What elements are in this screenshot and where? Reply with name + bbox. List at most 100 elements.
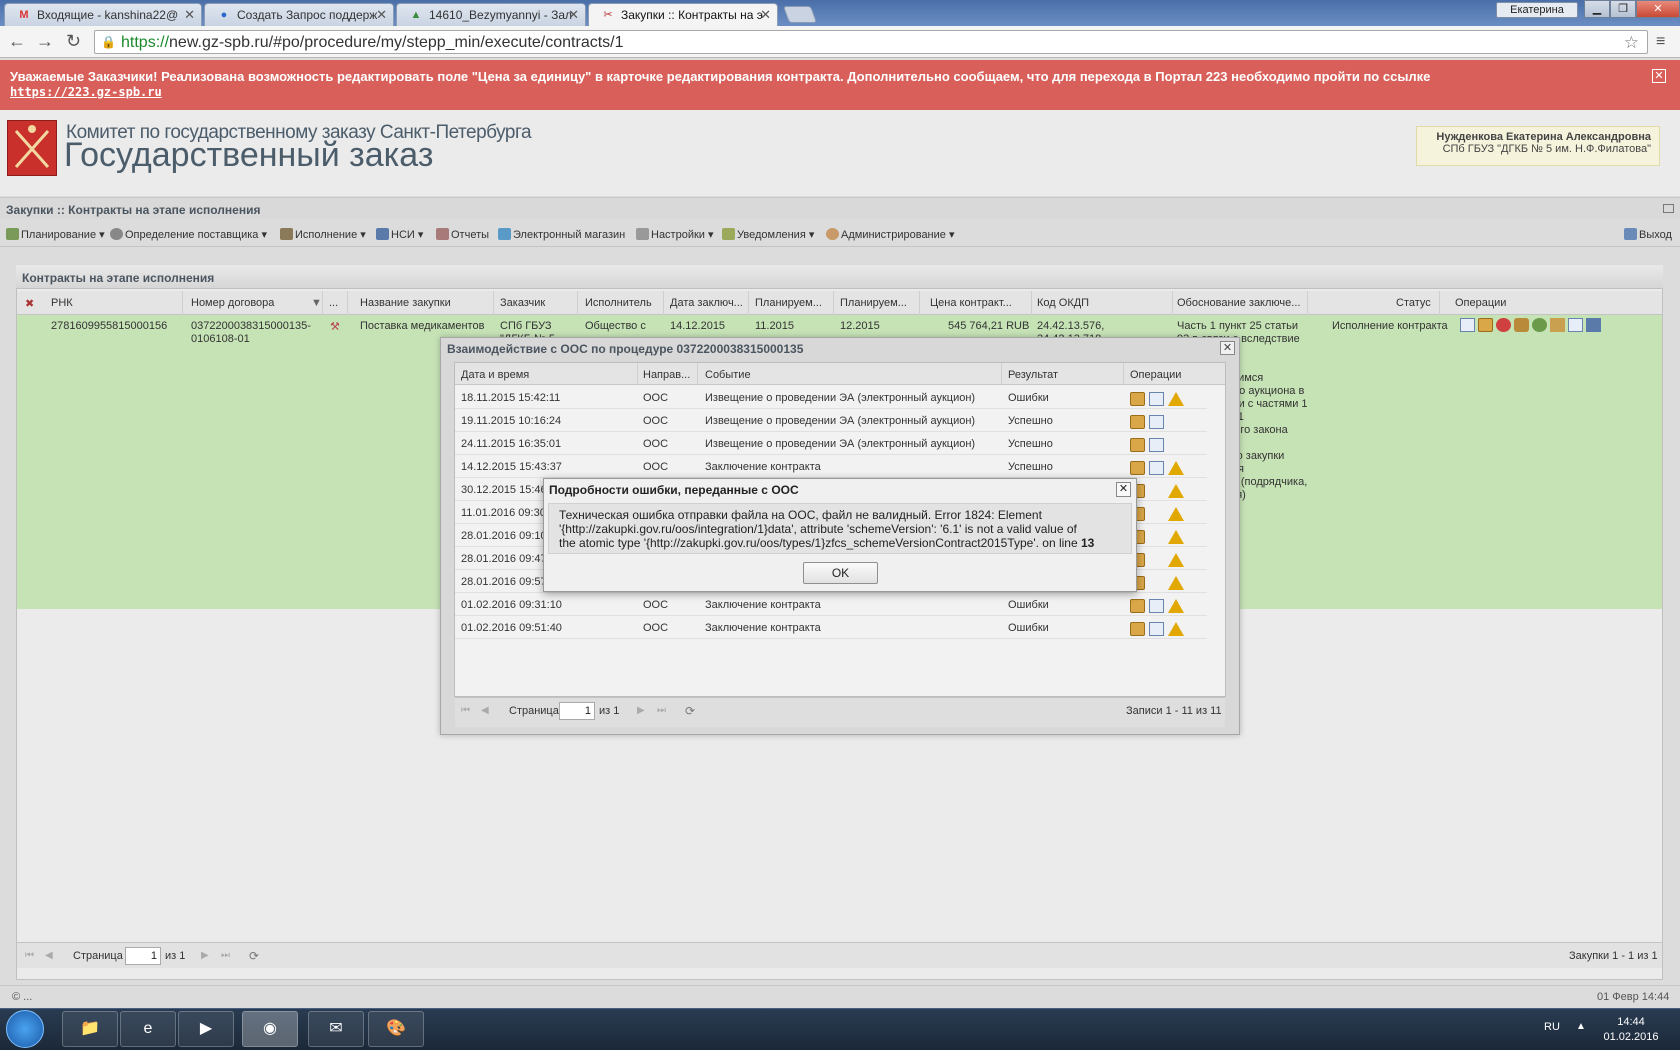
maximize-button[interactable]: ❐: [1610, 0, 1636, 18]
error-dialog-close-button[interactable]: ✕: [1116, 482, 1131, 497]
col-purchase-name[interactable]: Название закупки: [360, 297, 451, 309]
oos-table-row[interactable]: 14.12.2015 15:43:37 ООС Заключение контрак…: [455, 455, 1207, 478]
clear-filter-icon[interactable]: ✖: [25, 297, 34, 310]
filter-icon[interactable]: ▼: [311, 297, 322, 309]
last-page-icon[interactable]: ⏭: [221, 951, 231, 961]
next-page-icon[interactable]: ▶: [201, 951, 211, 961]
col-plan-1[interactable]: Планируем...: [755, 297, 822, 309]
scroll-icon[interactable]: [1550, 318, 1565, 332]
oos-page-input[interactable]: 1: [559, 702, 595, 720]
oos-col-event[interactable]: Событие: [705, 369, 751, 381]
minimize-panel-icon[interactable]: [1663, 204, 1674, 213]
chart-icon[interactable]: [1586, 318, 1601, 332]
package-icon[interactable]: [1130, 438, 1145, 452]
outlook-taskbar-icon[interactable]: ✉: [308, 1011, 364, 1047]
minimize-button[interactable]: ▁: [1584, 0, 1610, 18]
package-icon[interactable]: [1130, 461, 1145, 475]
document-icon[interactable]: [1149, 622, 1164, 636]
oos-table-row[interactable]: 24.11.2015 16:35:01 ООС Извещение о провед…: [455, 432, 1207, 455]
address-bar[interactable]: 🔒 https://new.gz-spb.ru/#po/procedure/my…: [94, 30, 1648, 54]
paint-taskbar-icon[interactable]: 🎨: [368, 1011, 424, 1047]
menu-reports[interactable]: Отчеты: [436, 228, 489, 241]
chrome-menu-icon[interactable]: ≡: [1656, 33, 1670, 51]
warning-icon[interactable]: [1168, 484, 1184, 498]
stop-icon[interactable]: [1496, 318, 1511, 332]
document-icon[interactable]: [1149, 599, 1164, 613]
package-icon[interactable]: [1130, 622, 1145, 636]
window-close-button[interactable]: ✕: [1636, 0, 1680, 18]
close-tab-icon[interactable]: ✕: [376, 7, 387, 23]
hammer-icon[interactable]: ⚒: [330, 320, 340, 333]
col-customer[interactable]: Заказчик: [500, 297, 545, 309]
col-operations[interactable]: Операции: [1455, 297, 1506, 309]
menu-eshop[interactable]: Электронный магазин: [498, 228, 625, 241]
refresh-icon[interactable]: ⟳: [685, 705, 695, 717]
prev-page-icon[interactable]: ◀: [481, 706, 491, 716]
tab-procurement[interactable]: ✂ Закупки :: Контракты на э ✕: [588, 3, 778, 26]
warning-icon[interactable]: [1168, 622, 1184, 636]
warning-icon[interactable]: [1168, 576, 1184, 590]
user-info[interactable]: Нужденкова Екатерина Александровна СПб Г…: [1416, 126, 1660, 166]
col-supplier[interactable]: Исполнитель: [585, 297, 652, 309]
menu-administration[interactable]: Администрирование ▾: [826, 228, 954, 241]
language-indicator[interactable]: RU: [1544, 1021, 1560, 1033]
warning-icon[interactable]: [1168, 461, 1184, 475]
last-page-icon[interactable]: ⏭: [657, 706, 667, 716]
refresh-icon[interactable]: ⟳: [249, 950, 259, 962]
exit-button[interactable]: Выход: [1624, 228, 1672, 241]
tray-arrow-icon[interactable]: ▲: [1576, 1021, 1586, 1032]
oos-table-row[interactable]: 01.02.2016 09:31:10 ООС Заключение контрак…: [455, 593, 1207, 616]
ok-button[interactable]: OK: [803, 562, 878, 584]
warning-icon[interactable]: [1168, 530, 1184, 544]
col-plan-2[interactable]: Планируем...: [840, 297, 907, 309]
profile-button[interactable]: Екатерина: [1496, 2, 1578, 18]
col-okdp[interactable]: Код ОКДП: [1037, 297, 1089, 309]
col-extra[interactable]: ...: [329, 297, 338, 309]
oos-table-row[interactable]: 19.11.2015 10:16:24 ООС Извещение о провед…: [455, 409, 1207, 432]
explorer-taskbar-icon[interactable]: 📁: [62, 1011, 118, 1047]
oos-col-datetime[interactable]: Дата и время: [461, 369, 529, 381]
tab-support[interactable]: ● Создать Запрос поддерж ✕: [204, 3, 394, 26]
file-icon[interactable]: [1568, 318, 1583, 332]
close-tab-icon[interactable]: ✕: [568, 7, 579, 23]
menu-nsi[interactable]: НСИ ▾: [376, 228, 423, 241]
ie-taskbar-icon[interactable]: e: [120, 1011, 176, 1047]
banner-close-button[interactable]: ✕: [1652, 69, 1666, 83]
oos-col-operations[interactable]: Операции: [1130, 369, 1181, 381]
gear-icon[interactable]: [1532, 318, 1547, 332]
oos-col-direction[interactable]: Направ...: [643, 369, 690, 381]
bookmark-star-icon[interactable]: ☆: [1624, 33, 1639, 53]
menu-settings[interactable]: Настройки ▾: [636, 228, 714, 241]
warning-icon[interactable]: [1168, 392, 1184, 406]
tab-gmail[interactable]: M Входящие - kanshina22@ ✕: [4, 3, 202, 26]
oos-table-row[interactable]: 18.11.2015 15:42:11 ООС Извещение о провед…: [455, 386, 1207, 409]
eagle-icon[interactable]: [1514, 318, 1529, 332]
warning-icon[interactable]: [1168, 507, 1184, 521]
back-icon[interactable]: ←: [8, 32, 26, 50]
close-tab-icon[interactable]: ✕: [760, 7, 771, 23]
menu-planning[interactable]: Планирование ▾: [6, 228, 105, 241]
package-icon[interactable]: [1130, 415, 1145, 429]
col-basis[interactable]: Обоснование заключе...: [1177, 297, 1300, 309]
document-icon[interactable]: [1460, 318, 1475, 332]
tab-image[interactable]: ▲ 14610_Bezymyannyi - Зал ✕: [396, 3, 586, 26]
warning-icon[interactable]: [1168, 553, 1184, 567]
first-page-icon[interactable]: ⏮: [25, 951, 35, 961]
menu-supplier[interactable]: Определение поставщика ▾: [110, 228, 267, 241]
package-icon[interactable]: [1130, 599, 1145, 613]
new-tab-button[interactable]: [782, 6, 818, 23]
prev-page-icon[interactable]: ◀: [45, 951, 55, 961]
warning-icon[interactable]: [1168, 599, 1184, 613]
col-status[interactable]: Статус: [1396, 297, 1431, 309]
reload-icon[interactable]: ↻: [66, 32, 81, 50]
page-input[interactable]: 1: [125, 947, 161, 965]
menu-notifications[interactable]: Уведомления ▾: [722, 228, 814, 241]
col-contract-number[interactable]: Номер договора: [191, 297, 274, 309]
oos-col-result[interactable]: Результат: [1008, 369, 1058, 381]
start-button[interactable]: [6, 1010, 44, 1048]
col-rnk[interactable]: РНК: [51, 297, 73, 309]
clock[interactable]: 14:44 01.02.2016: [1596, 1015, 1666, 1045]
media-taskbar-icon[interactable]: ▶: [178, 1011, 234, 1047]
package-icon[interactable]: [1130, 392, 1145, 406]
package-icon[interactable]: [1478, 318, 1493, 332]
